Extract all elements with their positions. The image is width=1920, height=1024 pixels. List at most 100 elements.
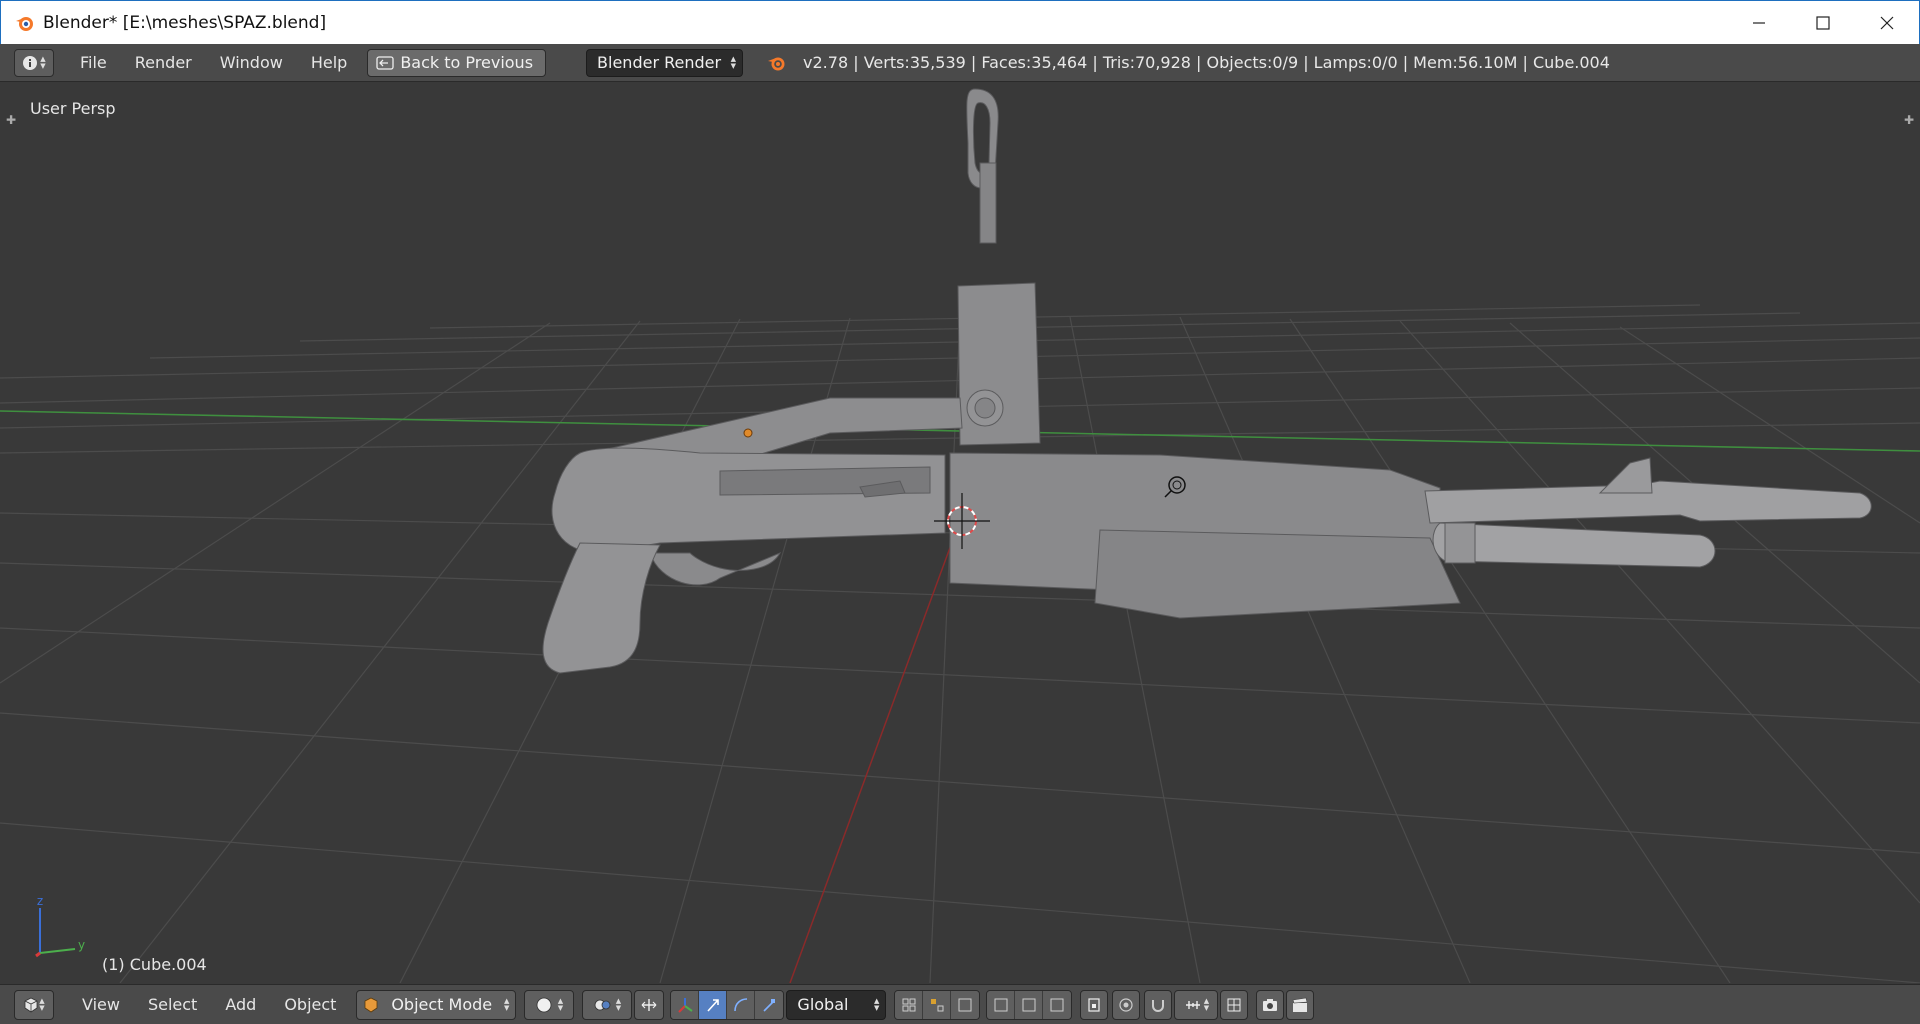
menu-file[interactable]: File <box>66 53 121 72</box>
chevron-updown-icon: ▲ ▼ <box>730 54 737 70</box>
back-arrow-icon <box>376 55 394 70</box>
arc-icon <box>734 997 747 1011</box>
window-titlebar: Blender* [E:\meshes\SPAZ.blend] <box>0 0 1920 44</box>
chevron-updown-icon: ▲ ▼ <box>1203 996 1210 1012</box>
x-axis-line <box>789 514 963 983</box>
menu-help[interactable]: Help <box>297 53 361 72</box>
snap-target-button[interactable] <box>1220 989 1249 1020</box>
snap-element-dropdown[interactable]: ▲ ▼ <box>1174 989 1219 1020</box>
render-animation-button[interactable] <box>1286 989 1315 1020</box>
close-button[interactable] <box>1855 1 1919 45</box>
layer-lock-toggle[interactable] <box>1080 989 1109 1020</box>
shotgun-mesh[interactable] <box>542 88 1872 674</box>
3d-view-header: ▲ ▼ View Select Add Object Object Mode ▲ ▼… <box>0 984 1920 1024</box>
rotate-manipulator-button[interactable] <box>699 990 728 1019</box>
transform-orientation-value: Global <box>797 995 849 1014</box>
manipulator-icon <box>641 998 657 1011</box>
scene-statistics: v2.78 | Verts:35,539 | Faces:35,464 | Tr… <box>803 53 1610 72</box>
blender-logo-icon <box>16 16 33 31</box>
layer-grid-icon <box>958 998 972 1011</box>
pivot-point-dropdown[interactable]: ▲ ▼ <box>582 989 633 1020</box>
3d-viewport[interactable]: z y ✚ ✚ User Persp (1) Cube.004 <box>0 83 1920 983</box>
layer-grid-icon <box>930 998 944 1011</box>
info-header: ▲ ▼ File Render Window Help Back to Previ… <box>0 44 1920 82</box>
layer-button[interactable] <box>923 990 952 1019</box>
layer-grid-icon <box>902 998 916 1011</box>
mesh-trigger-guard <box>649 551 782 586</box>
mesh-forend <box>1094 529 1461 619</box>
maximize-icon <box>1816 16 1830 30</box>
active-object-label: (1) Cube.004 <box>102 955 207 974</box>
proportional-edit-icon <box>1119 997 1134 1012</box>
snap-increment-icon <box>1185 1000 1200 1009</box>
magnet-icon <box>1152 999 1165 1012</box>
cube-icon <box>24 997 38 1012</box>
translate-axes-icon <box>678 997 693 1013</box>
transform-orientation-dropdown[interactable]: Global ▲ ▼ <box>786 989 887 1020</box>
axis-gizmo: z y <box>35 894 85 958</box>
solid-sphere-icon <box>536 997 552 1012</box>
layer-button[interactable] <box>987 990 1016 1019</box>
interaction-mode-value: Object Mode <box>391 995 493 1014</box>
back-to-previous-button[interactable]: Back to Previous <box>367 48 547 77</box>
blender-logo-icon <box>768 57 785 70</box>
minimize-button[interactable] <box>1727 1 1791 45</box>
object-mode-cube-icon <box>365 997 378 1012</box>
mesh-hook-stem <box>979 162 997 244</box>
layer-button[interactable] <box>895 990 924 1019</box>
viewport-shading-dropdown[interactable]: ▲ ▼ <box>524 989 575 1020</box>
mesh-stock-block <box>957 282 1041 446</box>
extra-manipulator-button[interactable] <box>755 990 784 1019</box>
scale-arrow-icon <box>763 998 776 1012</box>
lock-layer-icon <box>1088 997 1101 1012</box>
layer-button[interactable] <box>951 990 980 1019</box>
snap-toggle[interactable] <box>1144 989 1173 1020</box>
render-engine-value: Blender Render <box>597 53 722 72</box>
menu-select[interactable]: Select <box>134 995 211 1014</box>
window-title: Blender* [E:\meshes\SPAZ.blend] <box>43 12 327 33</box>
toolshelf-toggle-icon[interactable]: ✚ <box>4 113 18 127</box>
manipulator-toggle[interactable] <box>634 989 665 1020</box>
axis-y-label: y <box>78 938 85 952</box>
chevron-updown-icon: ▲ ▼ <box>874 996 880 1012</box>
menu-view[interactable]: View <box>68 995 134 1014</box>
layer-buttons-group-1 <box>894 989 981 1020</box>
mesh-front-sight <box>1598 457 1653 494</box>
menu-object[interactable]: Object <box>270 995 350 1014</box>
minimize-icon <box>1753 22 1765 24</box>
pivot-point-icon <box>594 999 611 1010</box>
close-icon <box>1880 16 1894 30</box>
maximize-button[interactable] <box>1791 1 1855 45</box>
layer-button[interactable] <box>1015 990 1044 1019</box>
interaction-mode-dropdown[interactable]: Object Mode ▲ ▼ <box>356 989 517 1020</box>
camera-icon <box>1263 998 1278 1011</box>
properties-toggle-icon[interactable]: ✚ <box>1902 113 1916 127</box>
menu-add[interactable]: Add <box>211 995 270 1014</box>
translate-manipulator-button[interactable] <box>671 990 700 1019</box>
layer-button[interactable] <box>1043 990 1072 1019</box>
layer-buttons-group-2 <box>986 989 1073 1020</box>
chevron-updown-icon: ▲ ▼ <box>39 996 45 1012</box>
chevron-updown-icon: ▲ ▼ <box>504 996 510 1012</box>
axis-z-label: z <box>37 894 43 908</box>
chevron-updown-icon: ▲ ▼ <box>40 54 46 70</box>
viewport-scene[interactable]: z y <box>0 83 1920 983</box>
scale-manipulator-button[interactable] <box>727 990 756 1019</box>
proportional-editing-toggle[interactable] <box>1112 989 1141 1020</box>
chevron-updown-icon: ▲ ▼ <box>615 996 622 1012</box>
render-image-button[interactable] <box>1256 989 1285 1020</box>
info-icon <box>23 55 38 70</box>
layer-grid-icon <box>994 998 1008 1011</box>
layer-grid-icon <box>1022 998 1036 1011</box>
clapperboard-icon <box>1293 997 1308 1012</box>
render-engine-dropdown[interactable]: Blender Render ▲ ▼ <box>586 48 744 77</box>
info-editor-type-selector[interactable]: ▲ ▼ <box>14 48 54 77</box>
arrow-icon <box>707 998 719 1012</box>
menu-window[interactable]: Window <box>206 53 297 72</box>
back-to-previous-label: Back to Previous <box>400 53 534 72</box>
view-name-label: User Persp <box>30 99 116 118</box>
3d-view-editor-type-selector[interactable]: ▲ ▼ <box>14 989 54 1020</box>
chevron-updown-icon: ▲ ▼ <box>557 996 564 1012</box>
mesh-pistol-grip <box>542 542 661 674</box>
menu-render[interactable]: Render <box>121 53 206 72</box>
